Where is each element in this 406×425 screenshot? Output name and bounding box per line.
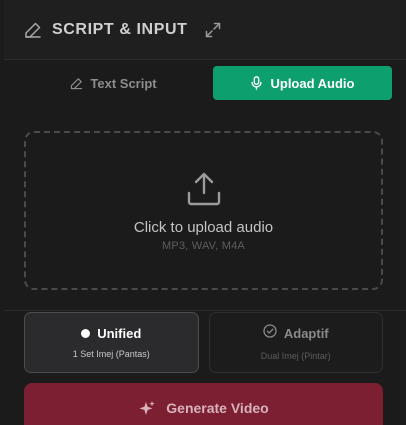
tab-label: Upload Audio	[270, 75, 355, 91]
microphone-icon	[250, 76, 263, 90]
pencil-icon	[70, 77, 83, 90]
image-mode-selector: Unified 1 Set Imej (Pantas) Adaptif Dual…	[24, 312, 383, 373]
mode-description: Dual Imej (Pintar)	[260, 351, 331, 361]
input-mode-tabs: Text Script Upload Audio	[24, 66, 392, 100]
generate-video-button[interactable]: Generate Video	[24, 383, 383, 425]
panel-title: SCRIPT & INPUT	[52, 20, 188, 38]
script-input-panel: SCRIPT & INPUT Text Script Upload Audio …	[0, 0, 406, 425]
pencil-icon	[24, 21, 42, 39]
mode-label: Unified	[97, 326, 142, 341]
sparkle-icon	[138, 400, 156, 423]
mode-label: Adaptif	[283, 326, 329, 341]
mode-adaptif[interactable]: Adaptif Dual Imej (Pintar)	[208, 312, 383, 373]
mode-description: 1 Set Imej (Pantas)	[72, 349, 150, 359]
upload-title: Click to upload audio	[133, 219, 274, 236]
tab-upload-audio[interactable]: Upload Audio	[213, 66, 392, 100]
panel-header: SCRIPT & INPUT	[4, 0, 406, 60]
dot-icon	[81, 329, 91, 338]
check-circle-icon	[263, 324, 277, 343]
generate-label: Generate Video	[166, 400, 269, 416]
tab-text-script[interactable]: Text Script	[24, 66, 203, 100]
expand-icon[interactable]	[204, 21, 222, 39]
upload-formats: MP3, WAV, M4A	[162, 240, 245, 252]
upload-icon	[184, 169, 224, 209]
section-divider	[4, 310, 406, 311]
mode-unified[interactable]: Unified 1 Set Imej (Pantas)	[24, 312, 199, 373]
audio-upload-dropzone[interactable]: Click to upload audio MP3, WAV, M4A	[24, 131, 383, 290]
tab-label: Text Script	[90, 75, 157, 91]
